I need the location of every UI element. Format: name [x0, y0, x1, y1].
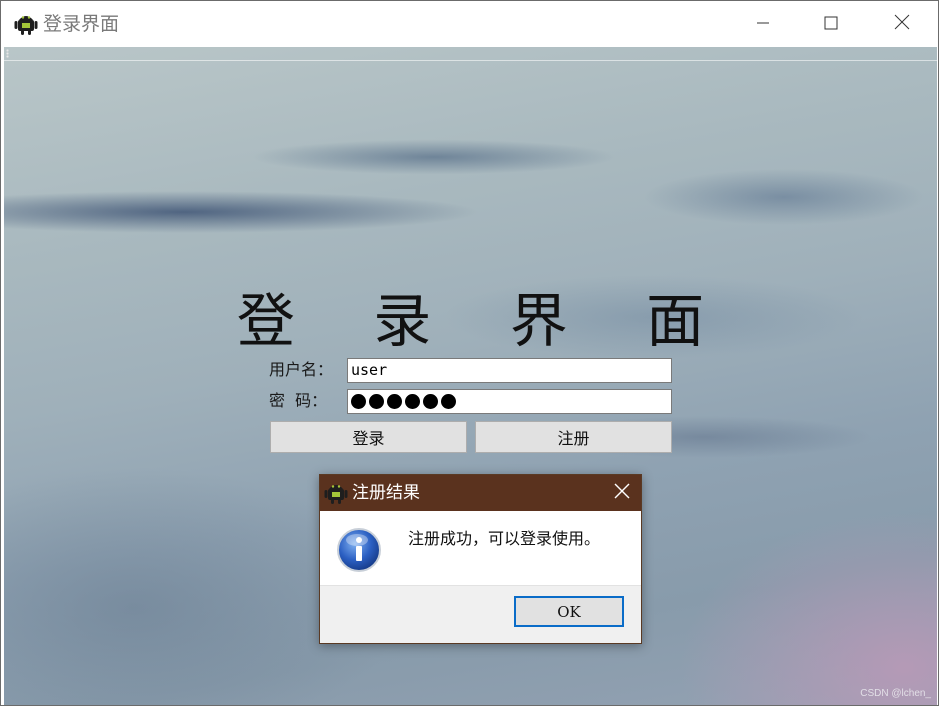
grip-handle-icon[interactable] [6, 49, 9, 58]
dialog-footer: OK [320, 585, 641, 643]
login-button[interactable]: 登录 [270, 421, 467, 453]
dialog-body: 注册成功，可以登录使用。 [320, 511, 641, 585]
password-mask [351, 392, 668, 411]
password-mask-dot [351, 394, 366, 409]
dialog-titlebar[interactable]: 注册结果 [320, 475, 641, 511]
toolbar-grip[interactable] [4, 47, 937, 61]
dialog-title: 注册结果 [352, 483, 420, 503]
username-input[interactable]: user [347, 358, 672, 383]
password-mask-dot [387, 394, 402, 409]
window-titlebar[interactable]: 登录界面 [1, 1, 938, 47]
password-mask-dot [369, 394, 384, 409]
username-label: 用户名： [269, 360, 334, 379]
login-window: 登录界面 登 录 界 面 用户名： user 密 码： 登录 注册 CSDN @… [0, 0, 939, 706]
android-icon [323, 480, 349, 506]
password-label: 密 码： [269, 391, 328, 410]
info-icon [336, 527, 382, 573]
dialog-close-button[interactable] [602, 475, 642, 511]
minimize-icon [756, 15, 770, 34]
close-icon [614, 483, 630, 503]
android-icon [13, 11, 39, 37]
dialog-message: 注册成功，可以登录使用。 [408, 529, 601, 548]
password-mask-dot [441, 394, 456, 409]
window-title: 登录界面 [43, 13, 120, 35]
maximize-icon [824, 15, 838, 34]
login-heading: 登 录 界 面 [236, 287, 735, 355]
register-result-dialog: 注册结果 注册成功，可以登录使用。 OK [319, 474, 642, 644]
password-input[interactable] [347, 389, 672, 414]
close-button[interactable] [867, 1, 937, 47]
minimize-button[interactable] [728, 1, 798, 47]
maximize-button[interactable] [796, 1, 866, 47]
close-icon [894, 14, 910, 34]
password-mask-dot [423, 394, 438, 409]
password-mask-dot [405, 394, 420, 409]
register-button[interactable]: 注册 [475, 421, 672, 453]
ok-button[interactable]: OK [514, 596, 624, 627]
watermark: CSDN @lchen_ [860, 688, 931, 699]
